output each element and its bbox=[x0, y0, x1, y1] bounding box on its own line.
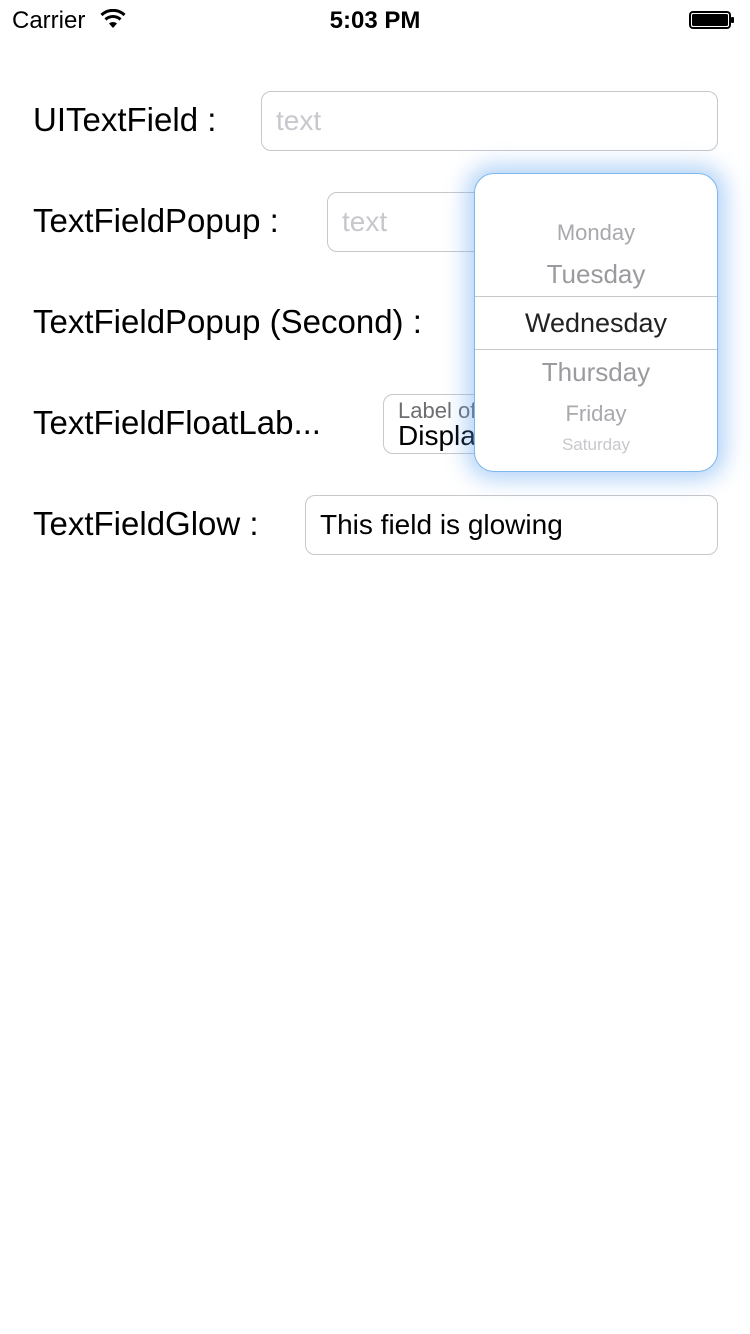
uitextfield-label: UITextField : bbox=[33, 101, 217, 138]
picker-item-saturday[interactable]: Saturday bbox=[475, 435, 717, 455]
picker-item-thursday[interactable]: Thursday bbox=[475, 357, 717, 388]
battery-full-icon bbox=[689, 11, 734, 29]
popup-field-label: TextFieldPopup : bbox=[33, 202, 279, 239]
day-picker-popup[interactable]: Monday Tuesday Wednesday Thursday Friday… bbox=[474, 173, 718, 472]
picker-selection-bottom-line bbox=[475, 349, 717, 350]
float-label-field-label: TextFieldFloatLab... bbox=[33, 404, 321, 441]
picker-item-monday[interactable]: Monday bbox=[475, 220, 717, 246]
picker-item-friday[interactable]: Friday bbox=[475, 401, 717, 427]
popup-second-label: TextFieldPopup (Second) : bbox=[33, 303, 422, 340]
uitextfield-input[interactable] bbox=[262, 92, 717, 150]
glow-input-box[interactable] bbox=[305, 495, 718, 555]
picker-item-wednesday-selected[interactable]: Wednesday bbox=[475, 308, 717, 339]
status-bar: Carrier 5:03 PM bbox=[0, 0, 750, 40]
glow-field-label: TextFieldGlow : bbox=[33, 505, 259, 542]
status-time: 5:03 PM bbox=[329, 7, 421, 34]
picker-item-tuesday[interactable]: Tuesday bbox=[475, 259, 717, 290]
picker-selection-top-line bbox=[475, 296, 717, 297]
uitextfield-input-box[interactable] bbox=[261, 91, 718, 151]
glow-input[interactable] bbox=[306, 496, 717, 554]
